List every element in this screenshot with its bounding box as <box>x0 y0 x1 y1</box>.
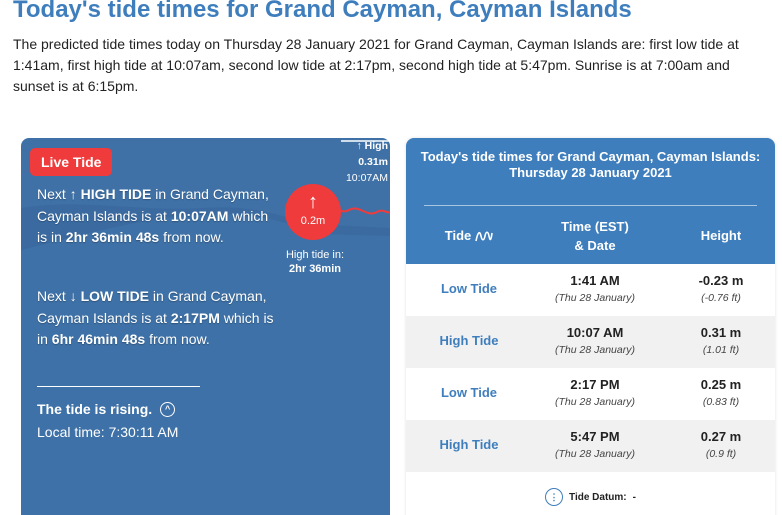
high-tide-in-label: High tide in: <box>285 249 345 261</box>
tide-type: Low Tide <box>440 385 498 400</box>
table-header: Today's tide times for Grand Cayman, Cay… <box>406 138 775 264</box>
local-time: Local time: 7:30:11 AM <box>37 424 179 440</box>
column-header-time: Time (EST) & Date <box>536 217 654 255</box>
tide-date: (Thu 28 January) <box>555 344 635 356</box>
tide-date: (Thu 28 January) <box>555 292 635 304</box>
corner-high-time: 10:07AM <box>345 172 388 184</box>
column-header-time-line1: Time (EST) <box>561 219 629 234</box>
tide-time: 5:47 PM <box>570 429 620 444</box>
next-low-type: LOW TIDE <box>80 288 150 304</box>
next-low-suffix: from now. <box>149 331 210 347</box>
tide-height: 0.27 m <box>700 429 742 444</box>
divider <box>37 386 200 387</box>
current-tide-marker: ↑ 0.2m <box>285 184 341 240</box>
next-low-countdown: 6hr 46min 48s <box>51 331 146 347</box>
corner-high-label: High <box>364 140 388 152</box>
tide-datum: ⋮ Tide Datum: - <box>406 488 775 506</box>
tide-height: 0.25 m <box>700 377 742 392</box>
gauge-icon: ⋮ <box>545 488 564 506</box>
tide-height: 0.31 m <box>700 325 742 340</box>
column-header-height: Height <box>700 228 742 243</box>
table-title-line1: Today's tide times for Grand Cayman, Cay… <box>420 149 761 164</box>
column-header-tide-label: Tide <box>444 228 472 243</box>
next-high-tide-text: Next ↑ HIGH TIDE in Grand Cayman, Cayman… <box>37 184 277 249</box>
arrow-up-icon: ↑ <box>69 186 77 202</box>
tide-type: High Tide <box>439 333 499 348</box>
high-tide-in-value: 2hr 36min <box>289 263 341 275</box>
tide-type: Low Tide <box>440 281 498 296</box>
next-low-time: 2:17PM <box>170 309 220 326</box>
table-title-date: Thursday 28 January 2021 <box>509 165 672 180</box>
next-low-tide-text: Next ↓ LOW TIDE in Grand Cayman, Cayman … <box>37 286 277 351</box>
tide-height-ft: (0.83 ft) <box>702 396 740 408</box>
arrow-up-icon: ↑ <box>308 191 318 213</box>
next-high-prefix: Next <box>37 186 66 202</box>
live-tide-badge: Live Tide <box>30 148 113 176</box>
next-high-countdown: 2hr 36min 48s <box>65 229 160 245</box>
tide-times-table-card: Today's tide times for Grand Cayman, Cay… <box>406 138 775 515</box>
tide-time: 1:41 AM <box>570 273 620 288</box>
live-tide-card: Live Tide Next ↑ HIGH TIDE in Grand Caym… <box>21 138 390 515</box>
tide-datum-value: - <box>632 491 636 503</box>
tide-date: (Thu 28 January) <box>555 448 635 460</box>
table-row: Low Tide 2:17 PM (Thu 28 January) 0.25 m… <box>406 368 775 420</box>
next-high-suffix: from now. <box>163 229 224 245</box>
column-header-time-line2: & Date <box>574 238 616 253</box>
header-divider <box>424 205 757 206</box>
next-low-prefix: Next <box>37 288 66 304</box>
tide-rising-text: The tide is rising. <box>37 401 153 417</box>
tide-time: 10:07 AM <box>566 325 624 340</box>
current-tide-height: 0.2m <box>300 215 326 227</box>
table-row: Low Tide 1:41 AM (Thu 28 January) -0.23 … <box>406 264 775 316</box>
chevron-up-icon: ^ <box>160 401 176 417</box>
next-high-time: 10:07AM <box>170 207 229 224</box>
next-high-corner-label: ↑ High 0.31m 10:07AM <box>338 138 390 186</box>
tide-type: High Tide <box>439 437 499 452</box>
table-row: High Tide 10:07 AM (Thu 28 January) 0.31… <box>406 316 775 368</box>
table-row: High Tide 5:47 PM (Thu 28 January) 0.27 … <box>406 420 775 472</box>
table-title: Today's tide times for Grand Cayman, Cay… <box>406 149 775 181</box>
tide-height-ft: (-0.76 ft) <box>701 292 741 304</box>
tide-datum-label: Tide Datum: <box>569 491 627 503</box>
corner-high-height: 0.31m <box>358 156 388 168</box>
high-tide-countdown: High tide in: 2hr 36min <box>265 248 365 276</box>
column-header-tide: Tide <box>426 226 512 245</box>
tide-time: 2:17 PM <box>570 377 620 392</box>
tide-rising-status: The tide is rising. ^ <box>37 401 176 417</box>
next-high-type: HIGH TIDE <box>80 186 152 202</box>
arrow-up-icon: ↑ <box>356 140 362 152</box>
tide-height: -0.23 m <box>698 273 744 288</box>
arrow-down-icon: ↓ <box>69 288 77 304</box>
tide-date: (Thu 28 January) <box>555 396 635 408</box>
page-title: Today's tide times for Grand Cayman, Cay… <box>13 0 632 23</box>
intro-paragraph: The predicted tide times today on Thursd… <box>13 36 739 94</box>
wave-icon <box>475 230 494 241</box>
tide-height-ft: (0.9 ft) <box>705 448 737 460</box>
tide-height-ft: (1.01 ft) <box>702 344 740 356</box>
